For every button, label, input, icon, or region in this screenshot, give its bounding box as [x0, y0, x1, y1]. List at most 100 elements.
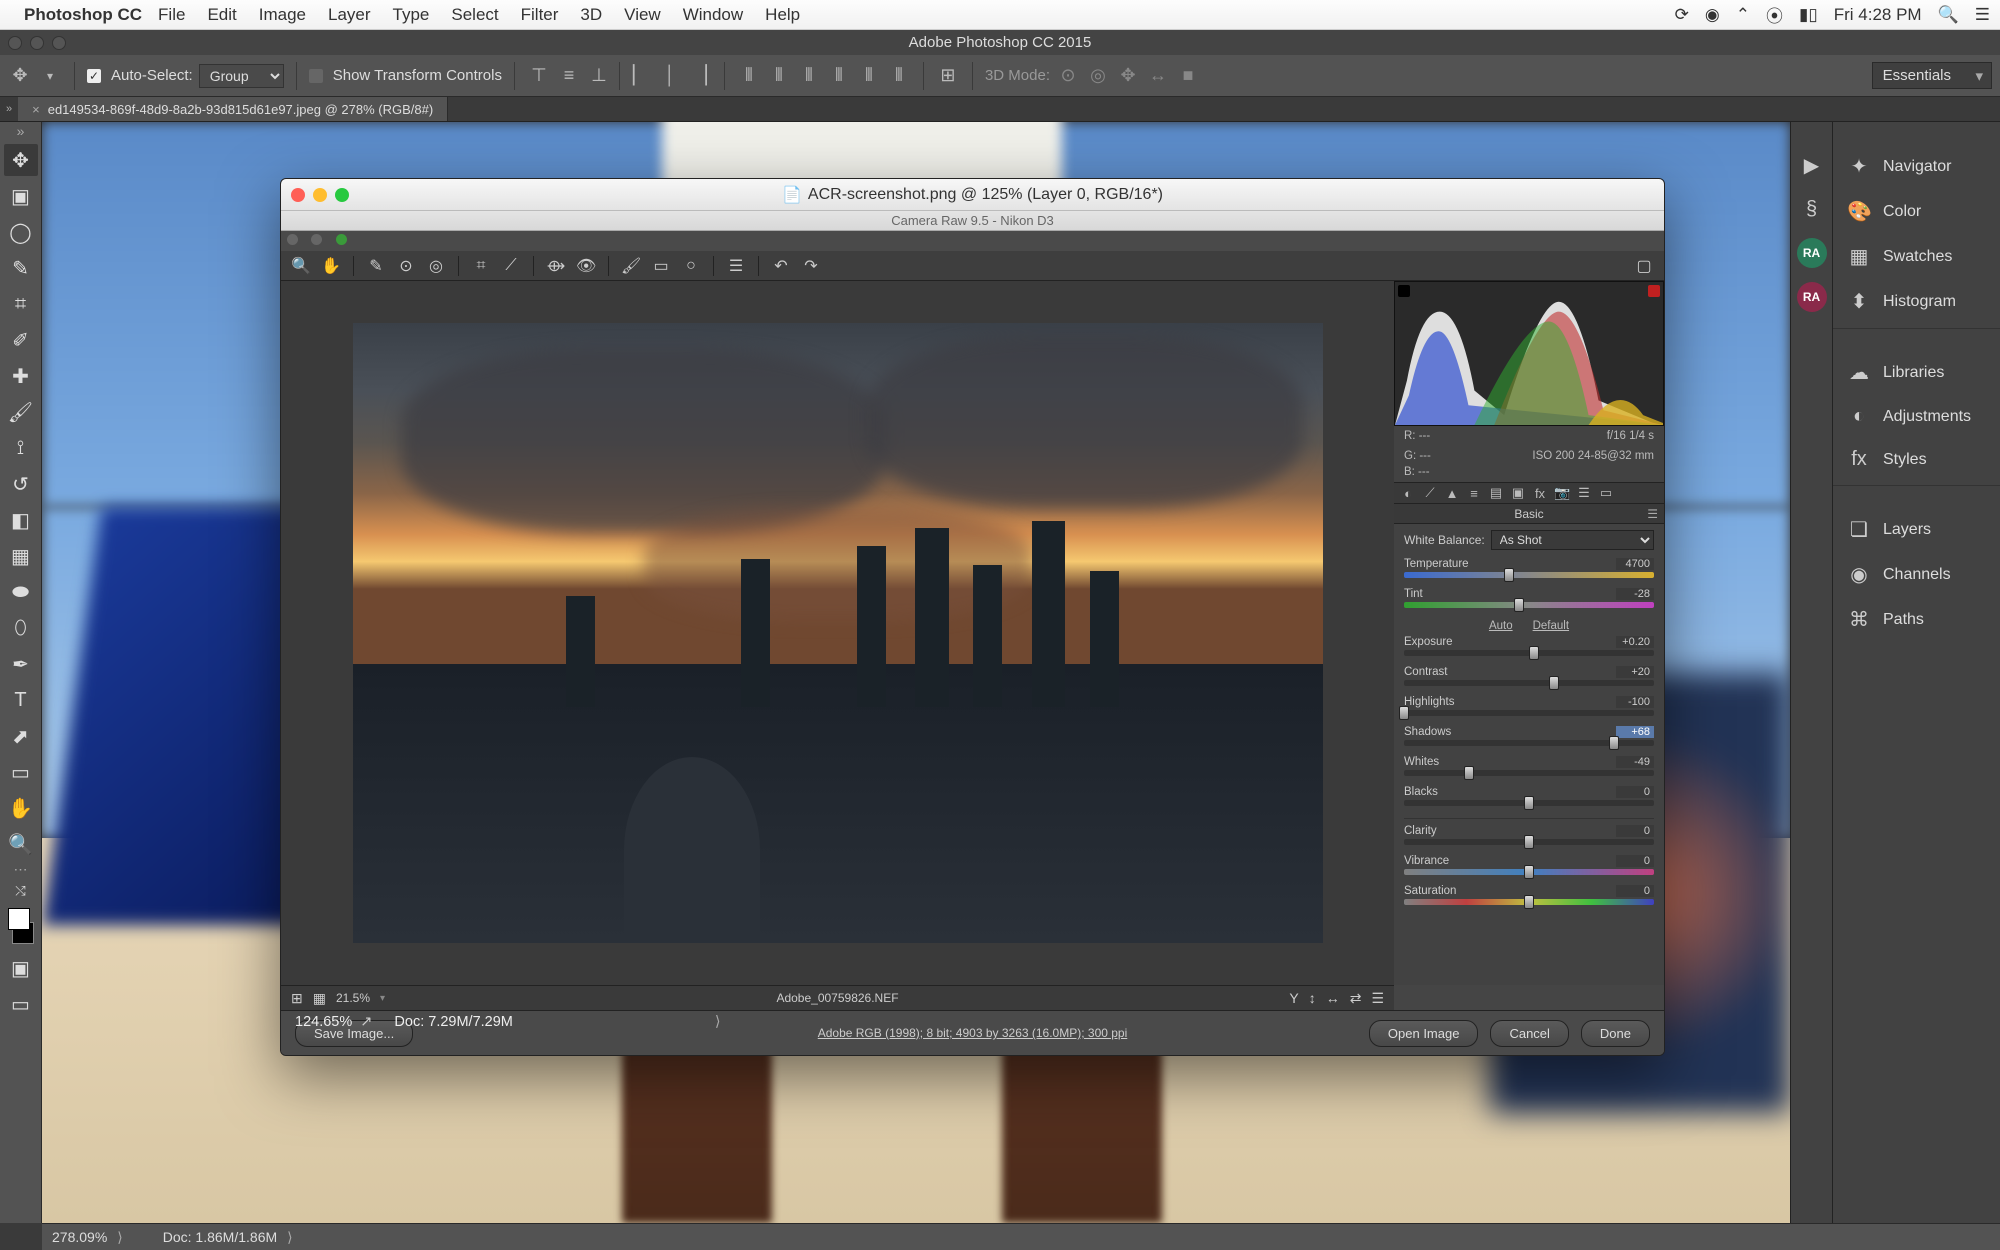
move-tool[interactable]: ✥ — [4, 144, 38, 176]
record-icon[interactable]: ◉ — [1705, 5, 1720, 25]
align-left-icon[interactable]: ▏ — [628, 64, 652, 88]
align-hcenter-icon[interactable]: │ — [658, 64, 682, 88]
path-select-tool[interactable]: ⬈ — [4, 720, 38, 752]
gradient-tool[interactable]: ▦ — [4, 540, 38, 572]
acr-tab-split-icon[interactable]: ▤ — [1488, 485, 1504, 501]
play-icon[interactable]: ▶ — [1797, 150, 1827, 180]
status-menu2-icon[interactable]: ⟩ — [287, 1229, 292, 1246]
align-vcenter-icon[interactable]: ≡ — [557, 64, 581, 88]
close-tab-icon[interactable]: × — [32, 102, 40, 117]
user-badge-1[interactable]: RA — [1797, 238, 1827, 268]
wb-dropdown[interactable]: As Shot — [1491, 530, 1654, 550]
auto-align-icon[interactable]: ⊞ — [936, 64, 960, 88]
acr-default-link[interactable]: Default — [1533, 620, 1569, 632]
user-badge-2[interactable]: RA — [1797, 282, 1827, 312]
window-minimize-icon[interactable] — [30, 36, 44, 50]
acr-tab-presets-icon[interactable]: ☰ — [1576, 485, 1592, 501]
acr-after-icon[interactable]: ↔ — [1326, 990, 1340, 1006]
panel-swatches[interactable]: ▦Swatches — [1833, 234, 2000, 279]
panel-histogram[interactable]: ⬍Histogram — [1833, 279, 2000, 324]
shape-tool[interactable]: ▭ — [4, 756, 38, 788]
menu-help[interactable]: Help — [765, 5, 800, 25]
acr-profile-link[interactable]: Adobe RGB (1998); 8 bit; 4903 by 3263 (1… — [818, 1026, 1128, 1040]
acr-inner-zoom-icon[interactable] — [336, 234, 347, 245]
align-bottom-icon[interactable]: ⊥ — [587, 64, 611, 88]
panel-styles[interactable]: fxStyles — [1833, 438, 2000, 481]
screenmode-tool[interactable]: ▭ — [4, 988, 38, 1020]
menu-view[interactable]: View — [624, 5, 661, 25]
marquee-tool[interactable]: ▣ — [4, 180, 38, 212]
align-right-icon[interactable]: ▕ — [688, 64, 712, 88]
acr-redeye-icon[interactable]: 👁 — [576, 256, 596, 276]
panel-layers[interactable]: ❏Layers — [1833, 507, 2000, 552]
acr-before-icon[interactable]: ↕ — [1309, 990, 1316, 1006]
acr-fit-icon[interactable]: ⊞ — [291, 990, 303, 1007]
acr-rotate-cw-icon[interactable]: ↷ — [801, 256, 821, 276]
acr-tab-curve-icon[interactable]: ⟋ — [1422, 485, 1438, 501]
acr-done-button[interactable]: Done — [1581, 1020, 1650, 1047]
pen-tool[interactable]: ✒ — [4, 648, 38, 680]
3d-slide-icon[interactable]: ↔ — [1146, 64, 1170, 88]
panel-channels[interactable]: ◉Channels — [1833, 552, 2000, 597]
acr-histogram[interactable] — [1394, 281, 1664, 426]
document-tab[interactable]: × ed149534-869f-48d9-8a2b-93d815d61e97.j… — [18, 97, 448, 121]
slider-whites[interactable]: Whites-49 — [1394, 754, 1664, 784]
acr-open-button[interactable]: Open Image — [1369, 1020, 1479, 1047]
panel-color[interactable]: 🎨Color — [1833, 189, 2000, 234]
menu-type[interactable]: Type — [393, 5, 430, 25]
menu-file[interactable]: File — [158, 5, 185, 25]
menubar-clock[interactable]: Fri 4:28 PM — [1834, 5, 1922, 25]
acr-gradfilter-icon[interactable]: ▭ — [651, 256, 671, 276]
dist-left-icon[interactable]: ⫴ — [827, 64, 851, 88]
sync-icon[interactable]: ⟳ — [1675, 5, 1689, 25]
slider-saturation[interactable]: Saturation0 — [1394, 883, 1664, 913]
slider-temperature[interactable]: Temperature4700 — [1394, 556, 1664, 586]
align-top-icon[interactable]: ⊤ — [527, 64, 551, 88]
stamp-tool[interactable]: ⟟ — [4, 432, 38, 464]
acr-rotate-ccw-icon[interactable]: ↶ — [771, 256, 791, 276]
healing-tool[interactable]: ✚ — [4, 360, 38, 392]
panel-navigator[interactable]: ✦Navigator — [1833, 144, 2000, 189]
slider-shadows[interactable]: Shadows+68 — [1394, 724, 1664, 754]
auto-select-checkbox[interactable]: ✓ — [87, 69, 101, 83]
acr-inner-min-icon[interactable] — [311, 234, 322, 245]
wifi-icon[interactable]: ⦿ — [1766, 2, 1783, 27]
spotlight-icon[interactable]: 🔍 — [1938, 5, 1959, 25]
brush-tool[interactable]: 🖌 — [4, 396, 38, 428]
acr-tab-fx-icon[interactable]: fx — [1532, 486, 1548, 501]
acr-zoom-tool-icon[interactable]: 🔍 — [291, 256, 311, 276]
acr-settings-menu-icon[interactable]: ☰ — [1371, 990, 1384, 1007]
3d-roll-icon[interactable]: ◎ — [1086, 64, 1110, 88]
eyedropper-tool[interactable]: ✐ — [4, 324, 38, 356]
auto-select-target[interactable]: Group — [199, 64, 284, 88]
quickmask-tool[interactable]: ▣ — [4, 952, 38, 984]
menu-select[interactable]: Select — [451, 5, 498, 25]
acr-preview-zoom[interactable]: 21.5% — [336, 991, 370, 1005]
blur-tool[interactable]: ⬬ — [4, 576, 38, 608]
acr-grid-icon[interactable]: ▦ — [313, 990, 326, 1007]
tool-more-icon[interactable]: ⋯ — [4, 864, 38, 878]
battery-icon[interactable]: ▮▯ — [1799, 5, 1818, 25]
dist-vcenter-icon[interactable]: ⫴ — [767, 64, 791, 88]
acr-tab-lens-icon[interactable]: ▣ — [1510, 485, 1526, 501]
3d-pan-icon[interactable]: ✥ — [1116, 64, 1140, 88]
dist-bottom-icon[interactable]: ⫴ — [797, 64, 821, 88]
acr-inner-close-icon[interactable] — [287, 234, 298, 245]
acr-close-icon[interactable] — [291, 188, 305, 202]
menu-window[interactable]: Window — [683, 5, 743, 25]
type-tool[interactable]: T — [4, 684, 38, 716]
acr-wb-tool-icon[interactable]: ✎ — [366, 256, 386, 276]
dodge-tool[interactable]: ⬯ — [4, 612, 38, 644]
panel-expand-icon[interactable]: » — [0, 103, 18, 115]
panel-paths[interactable]: ⌘Paths — [1833, 597, 2000, 642]
slider-vibrance[interactable]: Vibrance0 — [1394, 853, 1664, 883]
acr-spot-icon[interactable]: ⟴ — [546, 256, 566, 276]
tool-preset-dropdown-icon[interactable]: ▾ — [38, 64, 62, 88]
acr-tab-basic-icon[interactable]: ◐ — [1400, 486, 1416, 501]
window-zoom-icon[interactable] — [52, 36, 66, 50]
acr-panel-menu-icon[interactable]: ☰ — [1647, 504, 1658, 524]
acr-compare-icon[interactable]: Y — [1289, 990, 1298, 1006]
move-tool-icon[interactable]: ✥ — [8, 64, 32, 88]
acr-target-adjust-icon[interactable]: ◎ — [426, 256, 446, 276]
swap-colors-icon[interactable]: ⤭ — [4, 882, 38, 900]
